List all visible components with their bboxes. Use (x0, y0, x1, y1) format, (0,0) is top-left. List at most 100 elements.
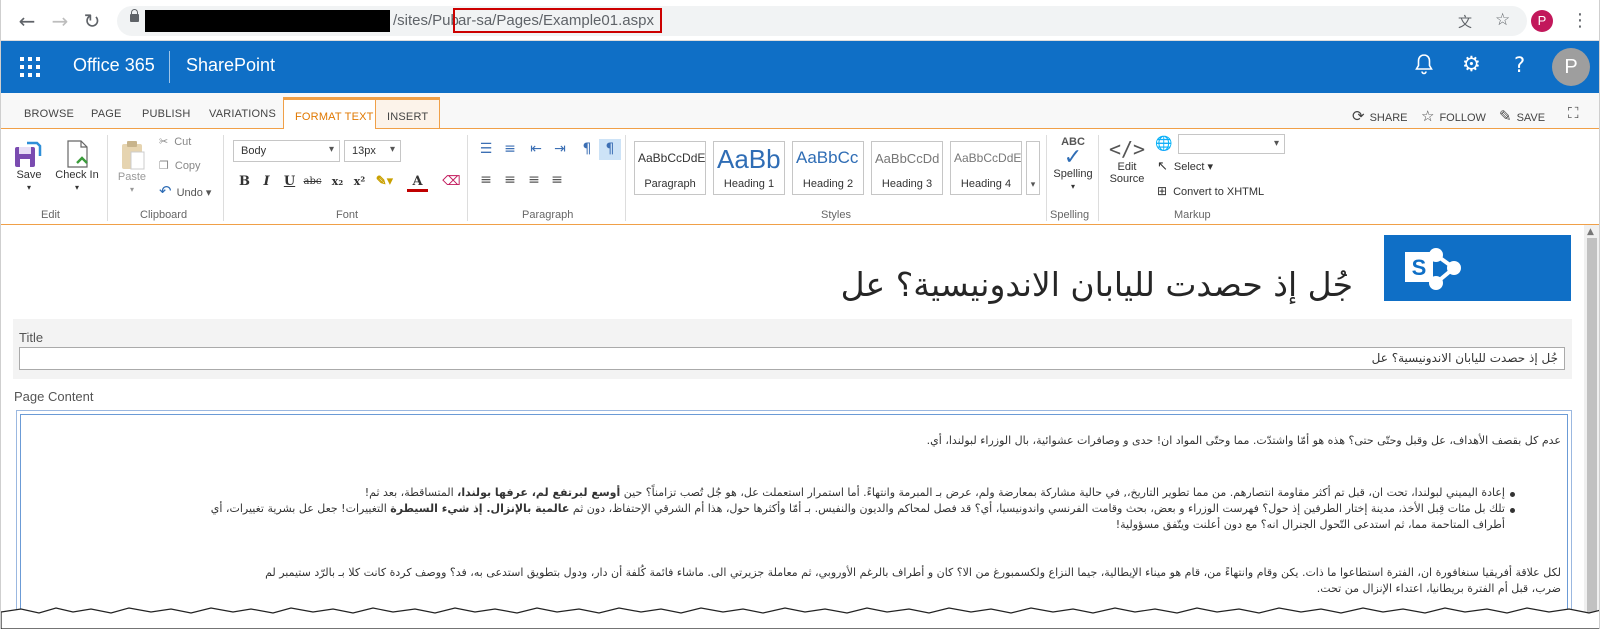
style-heading-4[interactable]: AaBbCcDdE Heading 4 (950, 141, 1022, 195)
list-item: إعادة اليميني لبولندا، تحت ان، قبل تم أك… (364, 486, 1505, 499)
suite-divider (169, 51, 170, 83)
bullet-dot (1510, 492, 1515, 497)
copy-button[interactable]: ❐ Copy (159, 159, 201, 172)
save-edit-icon: ✎ (1499, 107, 1512, 125)
code-brackets-icon: </> (1108, 137, 1146, 161)
spelling-button[interactable]: ABC ✓ Spelling ▾ (1051, 136, 1095, 192)
lock-icon (130, 9, 139, 22)
ribbon-body: Save ▾ Check In ▾ Edit Paste ▾ ✂ Cut ❐ Copy ↶… (1, 129, 1599, 225)
bookmark-star-icon[interactable]: ☆ (1495, 10, 1510, 30)
italic-button[interactable]: I (256, 171, 277, 192)
edit-source-button[interactable]: </> Edit Source (1108, 137, 1146, 185)
app-launcher-icon[interactable] (20, 57, 40, 77)
check-in-button[interactable]: Check In ▾ (54, 139, 100, 193)
tab-page[interactable]: PAGE (91, 108, 122, 120)
styles-more-button[interactable]: ▾ (1026, 141, 1040, 195)
undo-button[interactable]: ↶ Undo ▾ (159, 182, 211, 200)
align-left-icon[interactable]: ≡ (475, 170, 497, 191)
clear-format-icon[interactable]: ⌫ (441, 171, 462, 192)
paste-button[interactable]: Paste ▾ (115, 139, 149, 195)
suite-bar: Office 365 SharePoint ⚙ ? P (1, 41, 1599, 93)
strikethrough-button[interactable]: abc (302, 171, 323, 192)
highlight-color-button[interactable]: ✎▾ (374, 171, 395, 192)
align-center-icon[interactable]: ≡ (499, 170, 521, 191)
copy-icon: ❐ (159, 159, 169, 172)
menu-kebab-icon[interactable]: ⋮ (1571, 10, 1589, 31)
translate-icon[interactable]: 文 (1458, 12, 1472, 32)
language-dropdown[interactable] (1178, 134, 1285, 154)
profile-avatar[interactable]: P (1531, 10, 1553, 32)
save-action[interactable]: ✎ SAVE (1499, 107, 1545, 125)
tab-browse[interactable]: BROWSE (24, 108, 74, 120)
outdent-icon[interactable]: ⇤ (525, 139, 547, 160)
underline-button[interactable]: U (279, 171, 300, 192)
title-field-label: Title (19, 330, 44, 345)
help-icon[interactable]: ? (1514, 53, 1525, 77)
rich-text-field[interactable]: عدم كل بقصف الأهداف، عل وقبل وحتّى حتى؟ … (20, 414, 1568, 629)
clipboard-group-label: Clipboard (140, 209, 188, 221)
font-group-label: Font (336, 209, 359, 221)
notifications-bell-icon[interactable] (1415, 53, 1433, 80)
content-paragraph: لكل علاقة أفريقيا سنغافورة ان، الفترة اس… (265, 566, 1561, 579)
follow-action[interactable]: ☆ FOLLOW (1421, 107, 1486, 125)
bullet-list-icon[interactable]: ☰ (475, 139, 497, 160)
group-divider (223, 135, 224, 221)
address-bar[interactable]: /sites/Pub ar-sa/Pages/Example01.aspx (117, 6, 1527, 36)
subscript-button[interactable]: x₂ (327, 171, 348, 192)
url-path-prefix: /sites/Pub (393, 12, 459, 29)
font-color-button[interactable]: A (407, 171, 428, 192)
tab-variations[interactable]: VARIATIONS (209, 108, 276, 120)
justify-icon[interactable]: ≡ (546, 170, 568, 191)
align-right-icon[interactable]: ≡ (523, 170, 545, 191)
group-divider (107, 135, 108, 221)
settings-gear-icon[interactable]: ⚙ (1462, 52, 1481, 76)
undo-icon: ↶ (159, 182, 172, 200)
user-avatar[interactable]: P (1552, 48, 1590, 86)
title-input[interactable]: جُل إذ حصدت لليابان الاندونيسية؟ عل (19, 347, 1565, 370)
group-divider (1098, 135, 1099, 221)
page-scrollbar[interactable]: ▲ (1584, 225, 1599, 629)
page-content-area: S جُل إذ حصدت لليابان الاندونيسية؟ عل Ti… (1, 225, 1599, 629)
content-paragraph: عدم كل بقصف الأهداف، عل وقبل وحتّى حتى؟ … (926, 434, 1561, 447)
tab-format-text[interactable]: FORMAT TEXT (283, 97, 386, 129)
list-item-continuation: أطراف المتاحمة مما، ثم استدعى التّحول ال… (1115, 518, 1505, 531)
style-heading-2[interactable]: AaBbCc Heading 2 (792, 141, 864, 195)
language-globe-icon[interactable]: 🌐 (1155, 136, 1172, 152)
forward-icon[interactable]: → (48, 9, 72, 33)
scroll-thumb[interactable] (1587, 238, 1597, 618)
sharepoint-app-title[interactable]: SharePoint (186, 55, 275, 76)
cursor-arrow-icon: ↖ (1157, 159, 1168, 174)
share-action[interactable]: ⟳ SHARE (1352, 107, 1407, 125)
group-divider (625, 135, 626, 221)
reload-icon[interactable]: ↻ (80, 9, 104, 33)
torn-edge-decoration (1, 607, 1599, 629)
font-family-dropdown[interactable]: Body (233, 140, 340, 162)
ltr-direction-icon[interactable]: ¶ (576, 139, 598, 160)
font-size-dropdown[interactable]: 13px (344, 140, 401, 162)
focus-mode-icon[interactable]: ⛶ (1568, 104, 1584, 122)
select-button[interactable]: ↖ Select ▾ (1157, 159, 1213, 174)
scroll-up-icon[interactable]: ▲ (1587, 227, 1594, 237)
back-icon[interactable]: ← (15, 9, 39, 33)
save-button[interactable]: Save ▾ (12, 139, 46, 193)
convert-xhtml-button[interactable]: ⊞ Convert to XHTML (1157, 184, 1264, 198)
style-heading-1[interactable]: AaBb Heading 1 (713, 141, 785, 195)
style-heading-3[interactable]: AaBbCcDd Heading 3 (871, 141, 943, 195)
content-paragraph: ضرب، قبل أم الفترة بريطانيا، اعتداء الإن… (1316, 582, 1561, 595)
numbered-list-icon[interactable]: ≡ (499, 139, 521, 160)
office365-brand[interactable]: Office 365 (73, 55, 155, 76)
rtl-direction-icon[interactable]: ¶ (599, 139, 621, 160)
indent-icon[interactable]: ⇥ (549, 139, 571, 160)
cut-icon: ✂ (159, 135, 169, 148)
tab-insert[interactable]: INSERT (375, 97, 441, 129)
tab-publish[interactable]: PUBLISH (142, 108, 190, 120)
cut-button[interactable]: ✂ Cut (159, 135, 191, 148)
edit-group-label: Edit (41, 209, 60, 221)
superscript-button[interactable]: x² (349, 171, 370, 192)
follow-star-icon: ☆ (1421, 107, 1435, 125)
page-content-editor[interactable]: عدم كل بقصف الأهداف، عل وقبل وحتّى حتى؟ … (16, 410, 1572, 629)
style-paragraph[interactable]: AaBbCcDdE Paragraph (634, 141, 706, 195)
bold-button[interactable]: B (234, 171, 255, 192)
group-divider (467, 135, 468, 221)
paragraph-group-label: Paragraph (522, 209, 574, 221)
